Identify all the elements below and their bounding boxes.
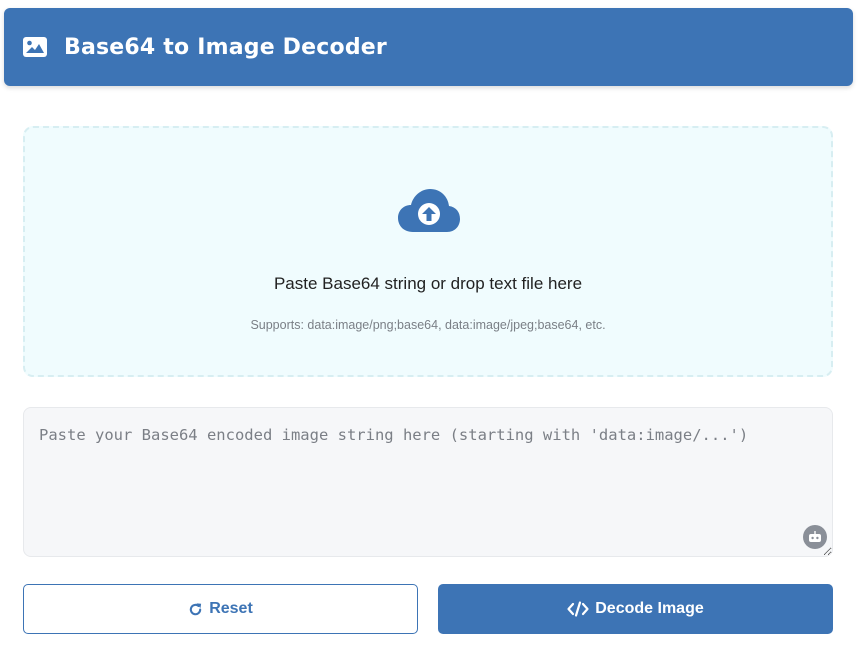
robot-icon[interactable] <box>803 525 827 549</box>
drop-zone[interactable]: Paste Base64 string or drop text file he… <box>23 126 833 377</box>
base64-input[interactable] <box>23 407 833 557</box>
cloud-upload-icon <box>397 186 461 234</box>
dropzone-supported-formats: Supports: data:image/png;base64, data:im… <box>250 318 606 332</box>
dropzone-instruction: Paste Base64 string or drop text file he… <box>273 274 583 293</box>
decode-button-label: Decode Image <box>595 600 704 617</box>
reset-button[interactable]: Reset <box>23 584 418 634</box>
base64-input-wrapper <box>23 407 833 557</box>
image-icon <box>22 36 48 58</box>
redo-icon <box>188 602 203 617</box>
code-icon <box>567 601 589 617</box>
decode-image-button[interactable]: Decode Image <box>438 584 833 634</box>
page-title: Base64 to Image Decoder <box>64 34 387 60</box>
reset-button-label: Reset <box>209 600 253 617</box>
app-header: Base64 to Image Decoder <box>4 8 853 86</box>
